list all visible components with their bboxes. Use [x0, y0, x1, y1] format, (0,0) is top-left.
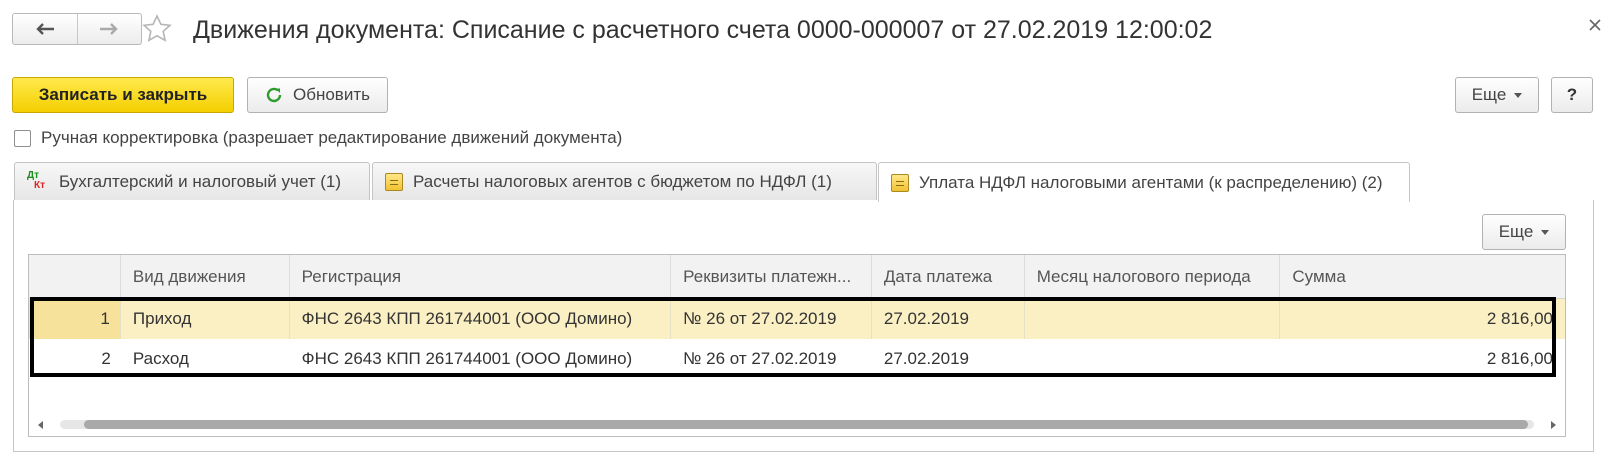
- column-header-tax-month[interactable]: Месяц налогового периода: [1025, 255, 1281, 299]
- arrow-left-icon: [36, 23, 54, 35]
- row-tax-month: [1025, 299, 1281, 339]
- refresh-icon: [266, 87, 282, 103]
- row-payment-details: № 26 от 27.02.2019: [683, 349, 837, 368]
- column-header-registration[interactable]: Регистрация: [290, 255, 672, 299]
- row-amount: 2 816,00: [1486, 309, 1553, 328]
- row-registration: ФНС 2643 КПП 261744001 (ООО Домино): [290, 299, 672, 339]
- column-header-payment-date[interactable]: Дата платежа: [872, 255, 1025, 299]
- more-menu-button[interactable]: Еще: [1455, 77, 1539, 113]
- row-payment-date: 27.02.2019: [872, 299, 1025, 339]
- register-icon: [385, 173, 403, 191]
- manual-edit-row: Ручная корректировка (разрешает редактир…: [14, 128, 622, 148]
- row-amount: 2 816,00: [1486, 349, 1553, 368]
- table-header: Вид движения Регистрация Реквизиты плате…: [29, 255, 1565, 299]
- panel-more-button[interactable]: Еще: [1482, 214, 1566, 250]
- register-icon: [891, 173, 909, 192]
- row-kind: Приход: [121, 299, 290, 339]
- dt-kt-icon: Дт Кт: [27, 170, 46, 191]
- star-icon: [142, 14, 172, 42]
- row-number: 2: [101, 349, 111, 368]
- scroll-left-icon[interactable]: [38, 421, 43, 429]
- row-number: 1: [29, 299, 121, 339]
- refresh-label: Обновить: [293, 85, 370, 104]
- manual-edit-label[interactable]: Ручная корректировка (разрешает редактир…: [41, 128, 622, 148]
- column-header-number[interactable]: [29, 255, 121, 299]
- row-payment-details: № 26 от 27.02.2019: [671, 299, 872, 339]
- column-header-amount[interactable]: Сумма: [1280, 255, 1565, 299]
- tab-label: Бухгалтерский и налоговый учет (1): [59, 172, 342, 191]
- row-tax-month: [1025, 339, 1281, 379]
- refresh-button[interactable]: Обновить: [247, 77, 388, 113]
- row-kind: Расход: [132, 349, 189, 368]
- back-button[interactable]: [13, 14, 77, 44]
- table-row[interactable]: 1 Приход ФНС 2643 КПП 261744001 (ООО Дом…: [29, 299, 1565, 339]
- manual-edit-checkbox[interactable]: [14, 129, 31, 147]
- arrow-right-icon: [100, 23, 118, 35]
- scrollbar-thumb[interactable]: [84, 420, 1528, 429]
- tab-accounting[interactable]: Дт Кт Бухгалтерский и налоговый учет (1): [14, 162, 370, 201]
- tab-ndfl-settlements[interactable]: Расчеты налоговых агентов с бюджетом по …: [372, 162, 877, 201]
- tab-label: Уплата НДФЛ налоговыми агентами (к распр…: [919, 172, 1383, 192]
- panel-more-label: Еще: [1498, 222, 1534, 241]
- movements-table: Вид движения Регистрация Реквизиты плате…: [28, 254, 1566, 437]
- tab-ndfl-payment[interactable]: Уплата НДФЛ налоговыми агентами (к распр…: [878, 162, 1410, 202]
- chevron-down-icon: [1514, 92, 1523, 98]
- scroll-right-icon[interactable]: [1551, 421, 1556, 429]
- horizontal-scrollbar[interactable]: [36, 418, 1558, 432]
- tab-label: Расчеты налоговых агентов с бюджетом по …: [413, 172, 832, 191]
- column-header-payment-details[interactable]: Реквизиты платежн...: [671, 255, 872, 299]
- close-icon: [1589, 19, 1601, 31]
- favorite-button[interactable]: [140, 12, 174, 46]
- chevron-down-icon: [1541, 229, 1550, 235]
- help-button[interactable]: ?: [1551, 77, 1593, 113]
- close-button[interactable]: [1584, 14, 1606, 36]
- save-and-close-label: Записать и закрыть: [38, 85, 208, 104]
- forward-button[interactable]: [76, 14, 142, 44]
- row-registration: ФНС 2643 КПП 261744001 (ООО Домино): [301, 349, 633, 368]
- page-title: Движения документа: Списание с расчетног…: [193, 16, 1213, 44]
- help-label: ?: [1566, 85, 1578, 104]
- column-header-kind[interactable]: Вид движения: [121, 255, 290, 299]
- history-nav: [12, 13, 142, 45]
- save-and-close-button[interactable]: Записать и закрыть: [12, 77, 234, 113]
- more-label: Еще: [1471, 85, 1507, 104]
- table-row[interactable]: 2 Расход ФНС 2643 КПП 261744001 (ООО Дом…: [29, 339, 1565, 379]
- row-payment-date: 27.02.2019: [883, 349, 969, 368]
